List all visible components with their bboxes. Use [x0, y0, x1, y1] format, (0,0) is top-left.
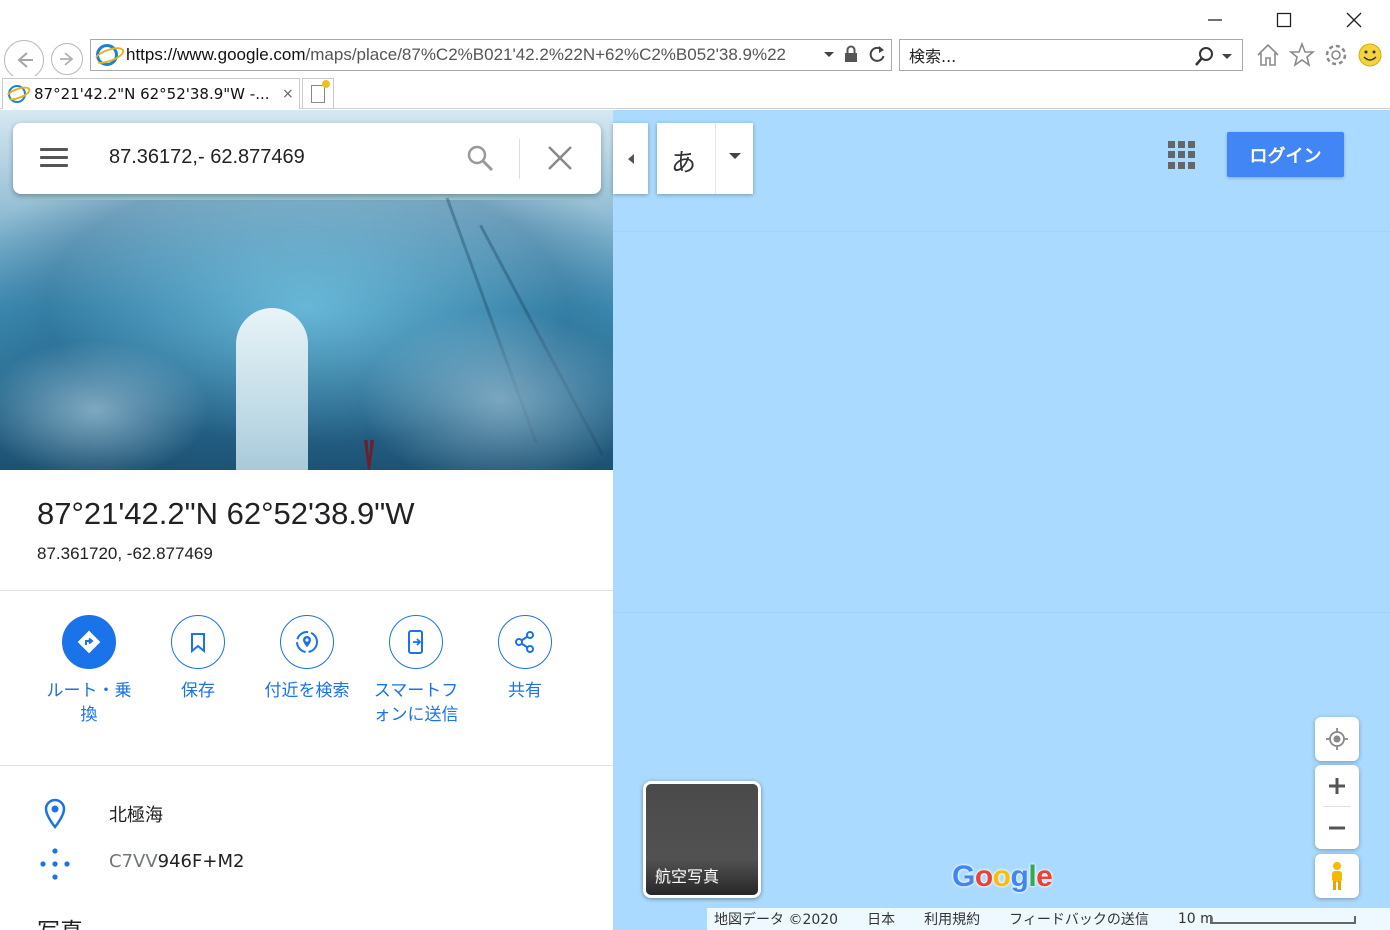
- new-tab-icon[interactable]: [302, 78, 334, 109]
- back-icon[interactable]: [4, 40, 44, 80]
- scale-bar[interactable]: [1210, 916, 1356, 924]
- browser-search-placeholder: 検索...: [909, 47, 957, 66]
- directions-label: ルート・乗換: [46, 681, 132, 725]
- zoom-out-icon[interactable]: [1315, 807, 1359, 849]
- maximize-icon[interactable]: [1269, 8, 1299, 32]
- star-icon[interactable]: [1289, 42, 1315, 68]
- search-icon[interactable]: [1194, 45, 1216, 71]
- zoom-control: [1315, 765, 1359, 849]
- logo-letter: o: [974, 860, 993, 893]
- directions-icon: [62, 615, 116, 669]
- plus-code-local: 946F+M2: [157, 851, 245, 872]
- location-row[interactable]: 北極海: [0, 793, 613, 833]
- lock-icon[interactable]: [843, 44, 859, 69]
- logo-letter: e: [1036, 860, 1053, 893]
- tab-favicon-icon: [8, 85, 26, 103]
- search-dropdown-icon[interactable]: [1221, 47, 1233, 69]
- share-button[interactable]: 共有: [475, 615, 575, 703]
- send-to-phone-icon: [389, 615, 443, 669]
- maps-page: 87°21'42.2"N 62°52'38.9"W 87.361720, -62…: [0, 110, 1390, 930]
- side-panel: 87°21'42.2"N 62°52'38.9"W 87.361720, -62…: [0, 110, 613, 930]
- maps-search-box[interactable]: 87.36172,- 62.877469: [13, 123, 601, 194]
- search-icon[interactable]: [465, 143, 495, 173]
- tab-strip: 87°21'42.2"N 62°52'38.9"W -... ×: [0, 76, 1390, 109]
- region-link[interactable]: 日本: [867, 909, 895, 929]
- chevron-left-icon: [627, 153, 634, 164]
- search-divider: [519, 139, 520, 179]
- pegman-icon[interactable]: [1315, 854, 1359, 898]
- place-coordinates: 87.361720, -62.877469: [37, 544, 213, 563]
- location-name: 北極海: [109, 805, 163, 826]
- directions-button[interactable]: ルート・乗換: [39, 615, 139, 727]
- url-text[interactable]: https://www.google.com/maps/place/87%C2%…: [126, 45, 816, 65]
- refresh-icon[interactable]: [867, 44, 887, 69]
- place-title: 87°21'42.2"N 62°52'38.9"W: [37, 496, 415, 531]
- share-label: 共有: [508, 681, 542, 701]
- chevron-down-icon[interactable]: [729, 153, 741, 159]
- logo-letter: o: [992, 860, 1011, 893]
- url-path: /maps/place/87%C2%B021'42.2%22N+62%C2%B0…: [305, 45, 786, 64]
- bookmark-icon: [171, 615, 225, 669]
- tab-title: 87°21'42.2"N 62°52'38.9"W -...: [34, 85, 270, 103]
- save-button[interactable]: 保存: [148, 615, 248, 703]
- nearby-icon: [280, 615, 334, 669]
- nearby-button[interactable]: 付近を検索: [257, 615, 357, 703]
- logo-letter: l: [1028, 860, 1037, 893]
- home-icon[interactable]: [1255, 42, 1281, 68]
- tab-close-icon[interactable]: ×: [282, 86, 294, 102]
- collapse-panel-button[interactable]: [613, 123, 648, 194]
- menu-icon[interactable]: [40, 148, 68, 168]
- smiley-icon[interactable]: [1357, 42, 1383, 68]
- logo-letter: G: [952, 860, 975, 893]
- feedback-link[interactable]: フィードバックの送信: [1009, 909, 1149, 929]
- browser-search-box[interactable]: 検索...: [899, 39, 1243, 71]
- plus-code-text: C7VV946F+M2: [109, 851, 244, 872]
- search-input[interactable]: 87.36172,- 62.877469: [109, 146, 305, 169]
- map-data-credit[interactable]: 地図データ ©2020: [714, 909, 838, 929]
- send-to-phone-button[interactable]: スマートフォンに送信: [366, 615, 466, 727]
- place-pin-icon: [38, 797, 72, 831]
- minimize-icon[interactable]: [1200, 8, 1230, 32]
- nearby-label: 付近を検索: [264, 681, 350, 701]
- window-titlebar: [0, 0, 1390, 38]
- plus-code-area: C7VV: [109, 851, 158, 872]
- scale-label[interactable]: 10 m: [1178, 911, 1214, 927]
- save-label: 保存: [181, 681, 215, 701]
- my-location-icon[interactable]: [1315, 717, 1359, 761]
- plus-code-row[interactable]: C7VV946F+M2: [0, 843, 613, 883]
- terms-link[interactable]: 利用規約: [924, 909, 980, 929]
- plus-code-icon: [38, 847, 72, 881]
- photos-heading: 写真: [37, 912, 83, 930]
- aerial-layer-toggle[interactable]: 航空写真: [643, 781, 761, 898]
- divider: [0, 765, 613, 766]
- tab-active[interactable]: 87°21'42.2"N 62°52'38.9"W -... ×: [2, 78, 300, 109]
- send-to-phone-label: スマートフォンに送信: [373, 681, 459, 725]
- google-logo: Google: [952, 860, 1053, 894]
- divider: [0, 590, 613, 591]
- gear-icon[interactable]: [1323, 42, 1349, 68]
- share-icon: [498, 615, 552, 669]
- url-host: https://www.google.com: [126, 45, 306, 64]
- dropdown-icon[interactable]: [823, 44, 835, 69]
- input-language-selector[interactable]: あ: [657, 123, 753, 194]
- close-icon[interactable]: [1339, 8, 1369, 32]
- zoom-in-icon[interactable]: [1315, 765, 1359, 807]
- forward-icon[interactable]: [51, 43, 83, 75]
- ie-logo-icon: [96, 44, 118, 66]
- logo-letter: g: [1010, 860, 1029, 893]
- google-apps-icon[interactable]: [1168, 141, 1196, 169]
- login-button[interactable]: ログイン: [1227, 132, 1344, 177]
- language-char: あ: [671, 148, 697, 177]
- clear-search-icon[interactable]: [547, 141, 573, 178]
- aerial-label: 航空写真: [655, 867, 720, 886]
- address-bar[interactable]: https://www.google.com/maps/place/87%C2%…: [90, 39, 892, 71]
